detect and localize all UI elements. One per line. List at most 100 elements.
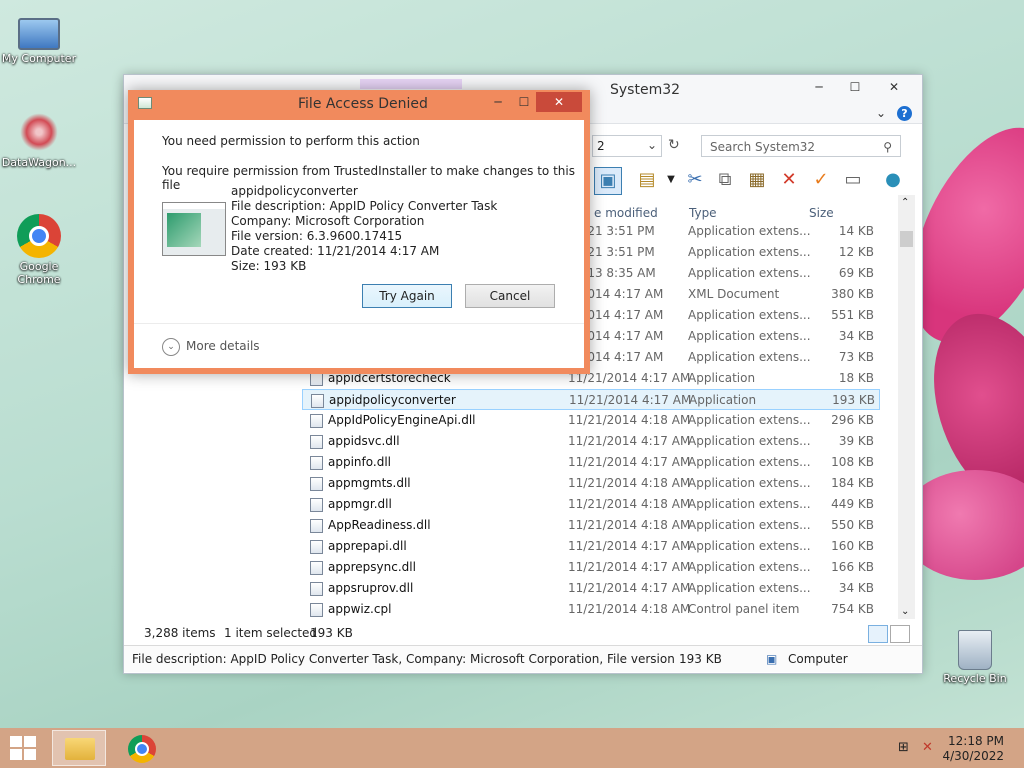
minimize-button[interactable]: ─ <box>488 92 508 112</box>
chevron-up-icon[interactable]: ⌃ <box>901 197 909 208</box>
vertical-scrollbar[interactable]: ⌃ ⌄ <box>898 195 915 619</box>
maximize-button[interactable]: ☐ <box>514 92 534 112</box>
details-bar: File description: AppID Policy Converter… <box>124 645 922 672</box>
desktop-icon-datawagon[interactable]: DataWagon... <box>0 110 78 169</box>
file-icon <box>310 561 323 575</box>
type-cell: Application extens... <box>688 581 811 595</box>
minimize-button[interactable]: ─ <box>804 77 834 97</box>
delete-icon[interactable]: ✕ <box>776 167 802 193</box>
table-row[interactable]: AppIdPolicyEngineApi.dll 11/21/2014 4:18 … <box>302 410 880 431</box>
volume-muted-icon[interactable]: ✕ <box>922 740 938 756</box>
close-button[interactable]: ✕ <box>536 92 582 112</box>
file-icon <box>310 456 323 470</box>
details-size: 193 KB <box>679 652 722 666</box>
file-name-cell: appidsvc.dll <box>328 434 400 448</box>
type-cell: Application extens... <box>688 434 811 448</box>
file-company: Company: Microsoft Corporation <box>231 214 425 228</box>
table-row[interactable]: appmgr.dll 11/21/2014 4:18 AM Application … <box>302 494 880 515</box>
chevron-down-icon[interactable]: ⌄ <box>647 138 657 152</box>
copy-icon[interactable]: ⧉ <box>712 167 738 193</box>
search-input[interactable]: Search System32 ⚲ <box>701 135 901 157</box>
table-row[interactable]: appmgmts.dll 11/21/2014 4:18 AM Applicatio… <box>302 473 880 494</box>
details-description: File description: AppID Policy Converter… <box>132 652 674 666</box>
chevron-down-icon[interactable]: ⌄ <box>901 606 909 617</box>
ribbon-context-tab[interactable] <box>360 79 462 89</box>
try-again-button[interactable]: Try Again <box>362 284 452 308</box>
table-row[interactable]: apprepapi.dll 11/21/2014 4:17 AM Applicati… <box>302 536 880 557</box>
file-name: appidpolicyconverter <box>231 184 358 198</box>
details-view-icon[interactable] <box>868 625 888 643</box>
checkmark-icon[interactable]: ✓ <box>808 167 834 193</box>
file-icon <box>310 498 323 512</box>
table-row[interactable]: appidpolicyconverter 11/21/2014 4:17 AM Ap… <box>302 389 880 410</box>
details-location: Computer <box>788 652 848 666</box>
desktop-icon-google-chrome[interactable]: Google Chrome <box>0 214 78 286</box>
chevron-down-icon[interactable]: ⌄ <box>866 103 896 123</box>
network-icon[interactable]: ⊞ <box>898 740 914 756</box>
start-button[interactable] <box>10 736 38 760</box>
rename-icon[interactable]: ▭ <box>840 167 866 193</box>
size-cell: 34 KB <box>838 329 874 343</box>
file-date-created: Date created: 11/21/2014 4:17 AM <box>231 244 440 258</box>
file-version: File version: 6.3.9600.17415 <box>231 229 403 243</box>
size-cell: 550 KB <box>831 518 874 532</box>
file-name-cell: apprepapi.dll <box>328 539 407 553</box>
table-row[interactable]: apprepsync.dll 11/21/2014 4:17 AM Applicat… <box>302 557 880 578</box>
more-details-link[interactable]: More details <box>186 339 260 353</box>
type-cell: Control panel item <box>688 602 800 616</box>
size-cell: 14 KB <box>838 224 874 238</box>
scrollbar-thumb[interactable] <box>900 231 913 247</box>
help-icon[interactable]: ? <box>897 106 912 121</box>
chevron-down-icon[interactable]: ⌄ <box>162 338 180 356</box>
column-header-type[interactable]: Type <box>689 203 717 223</box>
globe-icon[interactable]: ● <box>880 167 906 193</box>
size-cell: 380 KB <box>831 287 874 301</box>
item-count: 3,288 items <box>144 626 216 640</box>
cancel-button[interactable]: Cancel <box>465 284 555 308</box>
table-row[interactable]: appinfo.dll 11/21/2014 4:17 AM Application… <box>302 452 880 473</box>
desktop-icon-label: Google Chrome <box>17 260 61 286</box>
monitor-icon <box>18 18 60 50</box>
desktop-icon-recycle-bin[interactable]: Recycle Bin <box>936 630 1014 685</box>
desktop-icon-label: DataWagon... <box>1 156 77 169</box>
table-row[interactable]: appsruprov.dll 11/21/2014 4:17 AM Applicat… <box>302 578 880 599</box>
table-row[interactable]: AppReadiness.dll 11/21/2014 4:18 AM Applic… <box>302 515 880 536</box>
table-row[interactable]: appidsvc.dll 11/21/2014 4:17 AM Applicatio… <box>302 431 880 452</box>
file-icon <box>311 394 324 408</box>
windows-logo-icon <box>10 749 22 760</box>
file-description: File description: AppID Policy Converter… <box>231 199 498 213</box>
size-cell: 166 KB <box>831 560 874 574</box>
taskbar-file-explorer[interactable] <box>52 730 106 766</box>
cut-icon[interactable]: ✂ <box>682 167 708 193</box>
size-cell: 184 KB <box>831 476 874 490</box>
table-row[interactable]: appwiz.cpl 11/21/2014 4:18 AM Control pane… <box>302 599 880 620</box>
search-placeholder: Search System32 <box>710 140 816 154</box>
file-name-cell: appmgmts.dll <box>328 476 411 490</box>
date-modified-cell: 11/21/2014 4:17 AM <box>568 539 691 553</box>
file-icon <box>310 582 323 596</box>
size-cell: 18 KB <box>838 371 874 385</box>
type-cell: Application extens... <box>688 476 811 490</box>
system-clock[interactable]: 12:18 PM 4/30/2022 <box>942 734 1004 764</box>
size-cell: 39 KB <box>838 434 874 448</box>
preview-pane-icon[interactable]: ▣ <box>594 167 622 195</box>
column-header-date[interactable]: e modified <box>594 203 658 223</box>
taskbar: ⊞ ✕ 12:18 PM 4/30/2022 <box>0 728 1024 768</box>
taskbar-chrome[interactable] <box>116 730 170 766</box>
close-button[interactable]: ✕ <box>872 77 916 97</box>
paste-icon[interactable]: ▦ <box>744 167 770 193</box>
file-icon <box>310 519 323 533</box>
address-bar[interactable]: 2 ⌄ <box>592 135 662 157</box>
chevron-down-icon[interactable]: ▼ <box>658 167 684 193</box>
maximize-button[interactable]: ☐ <box>840 77 870 97</box>
status-bar: 3,288 items 1 item selected 193 KB <box>124 622 922 644</box>
desktop-icon-my-computer[interactable]: My Computer <box>0 10 78 65</box>
size-cell: 12 KB <box>838 245 874 259</box>
refresh-icon[interactable]: ↻ <box>668 137 680 153</box>
large-icons-view-icon[interactable] <box>890 625 910 643</box>
date-modified-cell: 11/21/2014 4:17 AM <box>569 393 692 407</box>
column-header-size[interactable]: Size <box>809 203 834 223</box>
folder-options-icon[interactable]: ▤ <box>634 167 660 193</box>
file-size: Size: 193 KB <box>231 259 307 273</box>
type-cell: Application extens... <box>688 329 811 343</box>
